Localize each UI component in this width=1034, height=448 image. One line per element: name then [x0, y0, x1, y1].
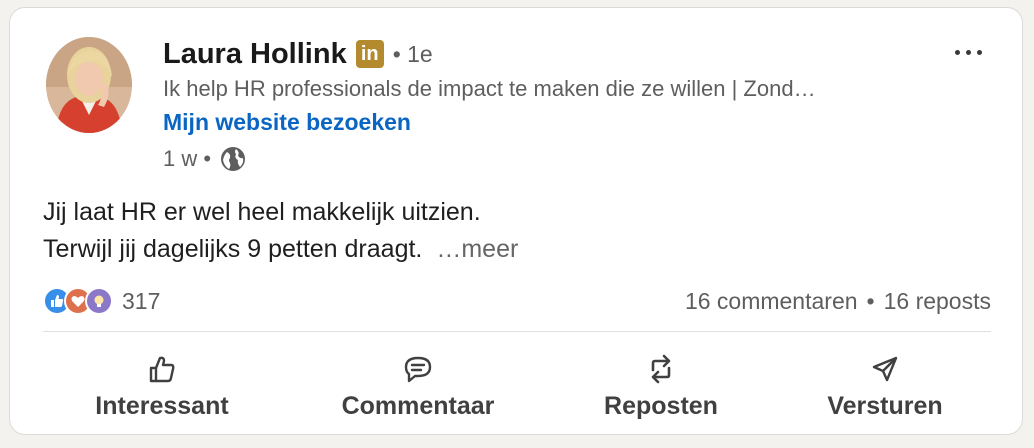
connection-degree: • 1e: [392, 40, 433, 67]
author-avatar[interactable]: [46, 37, 132, 133]
repost-icon: [645, 350, 677, 388]
comment-button[interactable]: Commentaar: [318, 346, 518, 426]
send-button[interactable]: Versturen: [785, 346, 985, 426]
reaction-count: 317: [122, 287, 161, 314]
globe-icon: [219, 145, 247, 173]
repost-button[interactable]: Reposten: [561, 346, 761, 426]
author-headline: Ik help HR professionals de impact te ma…: [163, 76, 816, 101]
action-label: Interessant: [95, 392, 229, 420]
insightful-icon: [85, 287, 113, 315]
post-age: 1 w •: [163, 146, 212, 171]
like-button[interactable]: Interessant: [62, 346, 262, 426]
post-body: Jij laat HR er wel heel makkelijk uitzie…: [43, 194, 518, 268]
reaction-icons: [43, 287, 113, 315]
comments-count-link[interactable]: 16 commentaren: [685, 288, 858, 315]
post-card: Laura Hollink in • 1e Ik help HR profess…: [9, 7, 1023, 435]
divider: [43, 331, 991, 332]
social-counts: 16 commentaren • 16 reposts: [685, 286, 991, 316]
action-label: Versturen: [827, 392, 943, 420]
see-more-link[interactable]: …meer: [436, 235, 518, 263]
reactions-summary[interactable]: 317: [43, 286, 160, 316]
send-icon: [869, 350, 901, 388]
more-options-icon[interactable]: [944, 32, 992, 72]
separator-dot: •: [866, 287, 875, 314]
post-text-line: Jij laat HR er wel heel makkelijk uitzie…: [43, 198, 481, 226]
thumbs-up-icon: [146, 350, 178, 388]
action-bar: Interessant Commentaar Reposten Versture…: [10, 346, 1022, 426]
author-name[interactable]: Laura Hollink: [163, 38, 347, 71]
comment-icon: [401, 350, 435, 388]
website-link[interactable]: Mijn website bezoeken: [163, 109, 411, 136]
post-timestamp: 1 w •: [163, 144, 247, 174]
author-name-row: Laura Hollink in • 1e: [163, 36, 433, 72]
reposts-count-link[interactable]: 16 reposts: [884, 288, 991, 315]
action-label: Reposten: [604, 392, 718, 420]
action-label: Commentaar: [341, 392, 495, 420]
linkedin-premium-icon: in: [355, 40, 384, 68]
post-text-line: Terwijl jij dagelijks 9 petten draagt.: [43, 235, 423, 263]
